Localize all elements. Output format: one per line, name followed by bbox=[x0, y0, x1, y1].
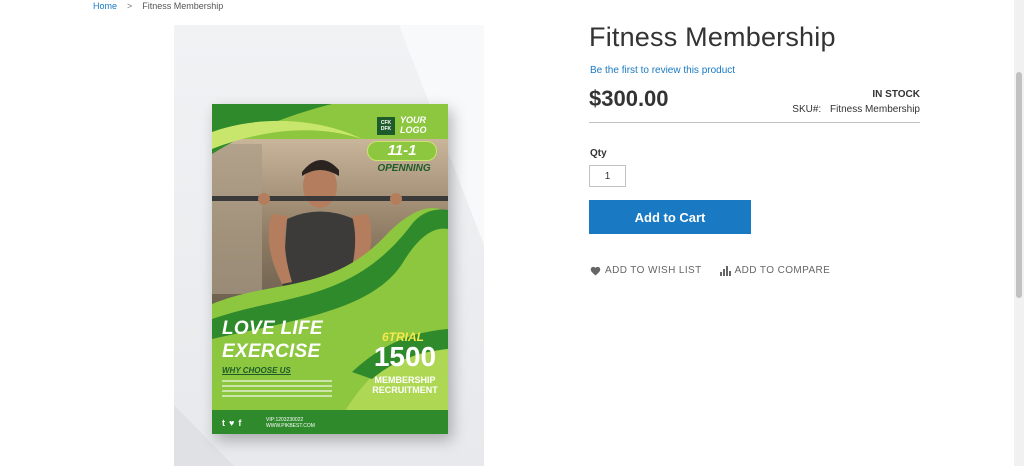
breadcrumb-home-link[interactable]: Home bbox=[93, 1, 117, 11]
stock-status: IN STOCK bbox=[872, 89, 920, 100]
poster-recruit-line1: MEMBERSHIP bbox=[374, 375, 436, 385]
review-link[interactable]: Be the first to review this product bbox=[590, 65, 735, 76]
add-to-cart-button[interactable]: Add to Cart bbox=[589, 200, 751, 234]
poster-headline: LOVE LIFE EXERCISE bbox=[222, 317, 323, 363]
compare-label: ADD TO COMPARE bbox=[734, 265, 831, 276]
poster-logo-text: YOUR LOGO bbox=[400, 115, 427, 135]
poster-headline-line1: LOVE LIFE bbox=[222, 318, 323, 339]
product-poster-image: CFK DFK YOUR LOGO 11-1 OPENNING LOVE LIF… bbox=[212, 104, 448, 434]
poster-badge: 11-1 bbox=[367, 141, 437, 161]
breadcrumb: Home > Fitness Membership bbox=[93, 1, 223, 11]
scrollbar-thumb[interactable] bbox=[1016, 72, 1022, 298]
poster-recruit-line2: RECRUITMENT bbox=[372, 385, 438, 395]
breadcrumb-separator: > bbox=[127, 1, 133, 11]
sku-label: SKU#: bbox=[792, 104, 822, 115]
poster-contact-line2: WWW.PIKBEST.COM bbox=[266, 423, 315, 429]
wishlist-label: ADD TO WISH LIST bbox=[605, 265, 702, 276]
poster-headline-line2: EXERCISE bbox=[222, 341, 321, 362]
page-scrollbar[interactable] bbox=[1014, 0, 1024, 466]
poster-why-choose-us: WHY CHOOSE US bbox=[222, 366, 291, 375]
breadcrumb-current: Fitness Membership bbox=[142, 1, 224, 11]
sku-value: Fitness Membership bbox=[829, 104, 920, 115]
poster-fine-print bbox=[222, 380, 332, 400]
add-to-compare-button[interactable]: ADD TO COMPARE bbox=[719, 265, 831, 276]
qty-label: Qty bbox=[590, 148, 607, 159]
heart-icon bbox=[590, 266, 601, 276]
poster-big-number: 1500 bbox=[373, 341, 437, 372]
poster-recruitment: MEMBERSHIP RECRUITMENT bbox=[362, 375, 448, 395]
bar-chart-icon bbox=[719, 265, 731, 276]
product-image-gallery[interactable]: CFK DFK YOUR LOGO 11-1 OPENNING LOVE LIF… bbox=[174, 25, 484, 466]
product-title: Fitness Membership bbox=[589, 22, 836, 52]
poster-logo-mark: CFK DFK bbox=[377, 117, 395, 135]
poster-contact: VIP:1203230022 WWW.PIKBEST.COM bbox=[266, 417, 315, 429]
poster-social-icons: t♥f bbox=[222, 418, 246, 428]
info-divider bbox=[589, 122, 920, 123]
poster-badge-subtitle: OPENNING bbox=[377, 163, 431, 174]
product-social-actions: ADD TO WISH LIST ADD TO COMPARE bbox=[590, 265, 830, 276]
product-price: $300.00 bbox=[589, 86, 669, 111]
product-sku: SKU#: Fitness Membership bbox=[792, 104, 920, 115]
qty-input[interactable] bbox=[589, 165, 626, 187]
add-to-wishlist-button[interactable]: ADD TO WISH LIST bbox=[590, 265, 702, 276]
